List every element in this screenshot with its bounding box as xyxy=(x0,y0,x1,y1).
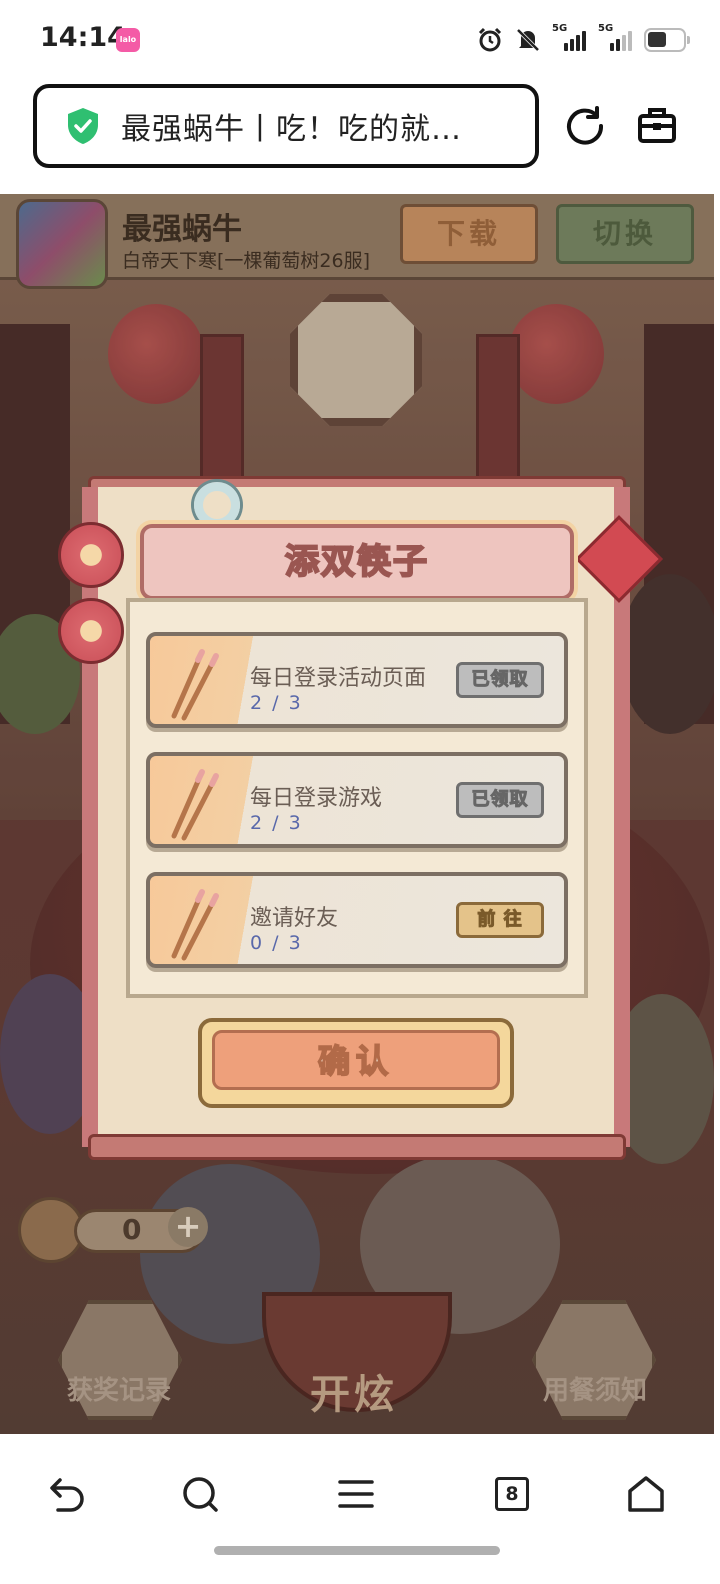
signal-label-1: 5G xyxy=(552,23,568,34)
game-title: 最强蜗牛 xyxy=(122,212,242,247)
tab-count: 8 xyxy=(495,1477,529,1511)
battery-icon xyxy=(644,28,690,52)
lantern-icon xyxy=(58,522,124,588)
task-name: 每日登录游戏 xyxy=(250,786,383,811)
task-row: 邀请好友 0 / 3 前 往 xyxy=(146,872,568,968)
search-icon xyxy=(183,1477,218,1512)
page-title: 最强蜗牛丨吃！吃的就… xyxy=(121,112,462,147)
task-name: 每日登录活动页面 xyxy=(250,666,427,691)
chopsticks-icon xyxy=(171,649,219,721)
signal-icon: 5G xyxy=(552,23,588,55)
browser-nav-bar: 8 xyxy=(0,1434,720,1584)
browser-toolbar: 最强蜗牛丨吃！吃的就… xyxy=(0,78,720,194)
jade-ring-icon xyxy=(194,482,240,528)
chopsticks-icon xyxy=(171,769,219,841)
back-button[interactable] xyxy=(36,1462,100,1526)
chopsticks-counter: 0 + xyxy=(18,1197,208,1263)
server-name: 白帝天下寒[一棵葡萄树26服] xyxy=(122,250,371,272)
home-icon xyxy=(628,1476,664,1512)
url-bar[interactable]: 最强蜗牛丨吃！吃的就… xyxy=(33,84,539,168)
tabs-button[interactable]: 8 xyxy=(480,1462,544,1526)
mute-icon xyxy=(516,28,540,52)
download-button[interactable]: 下载 xyxy=(400,204,538,264)
go-button[interactable]: 前 往 xyxy=(456,902,544,938)
confirm-button[interactable]: 确认 xyxy=(198,1018,514,1108)
search-button[interactable] xyxy=(168,1462,232,1526)
reload-icon xyxy=(567,106,604,145)
task-progress: 2 / 3 xyxy=(250,692,303,714)
start-eating-label[interactable]: 开炫 xyxy=(310,1362,398,1420)
signal-icon: 5G xyxy=(598,23,634,55)
dialog-title: 添双筷子 xyxy=(284,541,429,583)
menu-icon xyxy=(338,1480,374,1508)
chopsticks-icon xyxy=(171,889,219,961)
game-app-icon xyxy=(16,199,108,289)
claimed-button[interactable]: 已领取 xyxy=(456,662,544,698)
status-bar: 14:14 lalo 5G 5G xyxy=(0,0,720,78)
shield-check-icon xyxy=(68,108,98,144)
back-icon xyxy=(50,1478,84,1512)
task-progress: 0 / 3 xyxy=(250,932,303,954)
dialog-title-plate: 添双筷子 xyxy=(140,524,574,600)
app-badge-icon: lalo xyxy=(116,28,140,52)
status-time: 14:14 xyxy=(40,22,126,53)
status-icons: 5G 5G xyxy=(476,23,690,56)
switch-button[interactable]: 切换 xyxy=(556,204,694,264)
reload-button[interactable] xyxy=(560,100,610,150)
home-button[interactable] xyxy=(614,1462,678,1526)
task-row: 每日登录游戏 2 / 3 已领取 xyxy=(146,752,568,848)
alarm-icon xyxy=(478,27,502,52)
toolbox-icon xyxy=(638,108,676,143)
rewards-record-label: 获奖记录 xyxy=(66,1376,171,1406)
task-name: 邀请好友 xyxy=(250,906,339,931)
dining-rules-label: 用餐须知 xyxy=(542,1376,647,1406)
lantern-icon xyxy=(58,598,124,664)
task-row: 每日登录活动页面 2 / 3 已领取 xyxy=(146,632,568,728)
chopsticks-count: 0 xyxy=(122,1213,142,1246)
game-header: 最强蜗牛 白帝天下寒[一棵葡萄树26服] 下载 切换 xyxy=(0,194,714,289)
task-progress: 2 / 3 xyxy=(250,812,303,834)
scroll-bottom-rod xyxy=(88,1134,626,1160)
confirm-label: 确认 xyxy=(317,1041,394,1081)
add-chopsticks-button[interactable]: + xyxy=(168,1207,208,1247)
gesture-home-indicator[interactable] xyxy=(214,1546,500,1555)
menu-button[interactable] xyxy=(324,1462,388,1526)
toolbox-button[interactable] xyxy=(632,100,682,150)
claimed-button[interactable]: 已领取 xyxy=(456,782,544,818)
signal-label-2: 5G xyxy=(598,23,614,34)
